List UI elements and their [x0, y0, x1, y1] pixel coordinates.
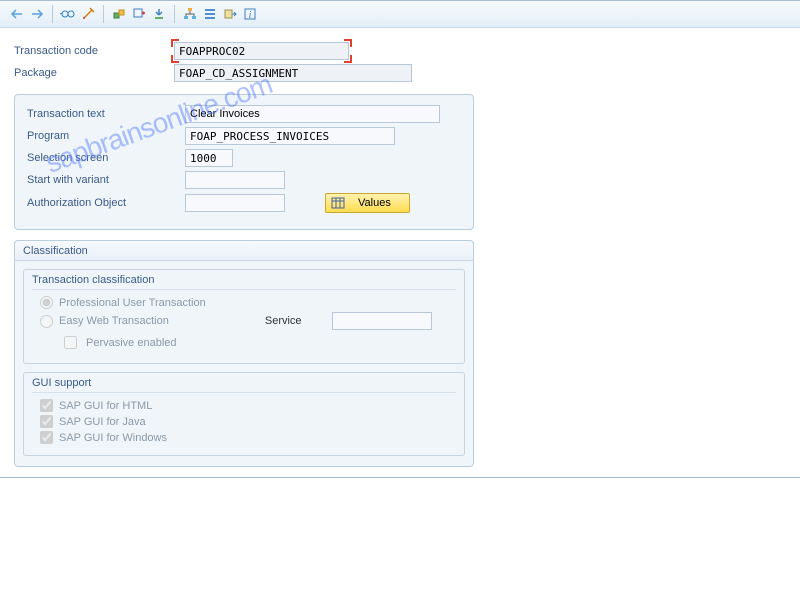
- gui-html-checkbox[interactable]: [40, 399, 53, 412]
- forward-icon[interactable]: [28, 5, 46, 23]
- ttext-input[interactable]: [185, 105, 440, 123]
- values-button[interactable]: Values: [325, 193, 410, 213]
- change-icon[interactable]: [79, 5, 97, 23]
- pervasive-label: Pervasive enabled: [86, 337, 177, 349]
- check-icon[interactable]: [150, 5, 168, 23]
- details-panel: Transaction text Program Selection scree…: [14, 94, 474, 230]
- selscreen-label: Selection screen: [27, 152, 185, 164]
- trans-class-group: Transaction classification Professional …: [23, 269, 465, 364]
- gui-support-group: GUI support SAP GUI for HTML SAP GUI for…: [23, 372, 465, 456]
- easy-web-label: Easy Web Transaction: [59, 315, 169, 327]
- hierarchy-icon[interactable]: [181, 5, 199, 23]
- classification-title: Classification: [15, 241, 473, 261]
- variant-input[interactable]: [185, 171, 285, 189]
- gui-win-checkbox[interactable]: [40, 431, 53, 444]
- variant-label: Start with variant: [27, 174, 185, 186]
- values-button-label: Values: [358, 197, 391, 209]
- enhance-icon[interactable]: [130, 5, 148, 23]
- prof-user-label: Professional User Transaction: [59, 297, 206, 309]
- gui-java-checkbox[interactable]: [40, 415, 53, 428]
- tcode-label: Transaction code: [14, 45, 174, 57]
- table-icon: [330, 196, 346, 210]
- package-input[interactable]: [174, 64, 412, 82]
- prof-user-radio[interactable]: [40, 296, 53, 309]
- easy-web-radio[interactable]: [40, 315, 53, 328]
- list-icon[interactable]: [201, 5, 219, 23]
- execute-icon[interactable]: [221, 5, 239, 23]
- ttext-label: Transaction text: [27, 108, 185, 120]
- info-icon[interactable]: i: [241, 5, 259, 23]
- back-icon[interactable]: [8, 5, 26, 23]
- toolbar: i: [0, 1, 800, 28]
- pervasive-checkbox[interactable]: [64, 336, 77, 349]
- selscreen-input[interactable]: [185, 149, 233, 167]
- trans-class-title: Transaction classification: [32, 274, 456, 290]
- gui-support-title: GUI support: [32, 377, 456, 393]
- gui-win-label: SAP GUI for Windows: [59, 432, 167, 444]
- authobj-label: Authorization Object: [27, 197, 185, 209]
- gui-html-label: SAP GUI for HTML: [59, 400, 152, 412]
- display-icon[interactable]: [59, 5, 77, 23]
- tcode-input[interactable]: [174, 42, 349, 60]
- gui-java-label: SAP GUI for Java: [59, 416, 146, 428]
- svg-text:i: i: [249, 10, 252, 21]
- package-label: Package: [14, 67, 174, 79]
- program-input[interactable]: [185, 127, 395, 145]
- service-input[interactable]: [332, 312, 432, 330]
- service-label: Service: [265, 315, 302, 327]
- program-label: Program: [27, 130, 185, 142]
- other-object-icon[interactable]: [110, 5, 128, 23]
- authobj-input[interactable]: [185, 194, 285, 212]
- classification-panel: Classification Transaction classificatio…: [14, 240, 474, 467]
